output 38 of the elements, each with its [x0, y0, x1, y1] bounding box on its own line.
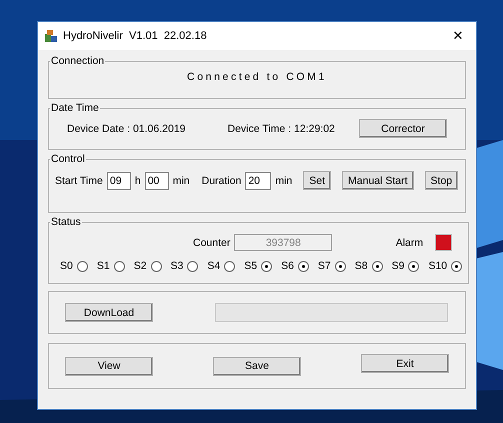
group-title: Connection: [50, 55, 106, 67]
footer-button[interactable]: Save: [213, 356, 301, 376]
unit-label: min: [172, 174, 190, 186]
sensor-label: S8: [354, 260, 368, 272]
group-title: Date Time: [50, 102, 100, 114]
sensor-label: S3: [170, 260, 184, 272]
duration-field[interactable]: 20: [245, 172, 272, 190]
close-button[interactable]: ✕: [440, 22, 476, 50]
control-button[interactable]: Set: [303, 171, 332, 190]
hour-field[interactable]: 09: [106, 172, 131, 190]
minute-field[interactable]: 00: [144, 172, 169, 190]
sensor-label: S1: [96, 260, 110, 272]
control-button[interactable]: Manual Start: [342, 171, 414, 190]
start-time-label: Start Time: [55, 174, 103, 186]
corrector-button[interactable]: Corrector: [359, 119, 447, 138]
sensor-label: S6: [281, 260, 294, 272]
unit-label: h: [134, 174, 141, 186]
footer-button[interactable]: View: [65, 356, 153, 376]
sensor-label: S4: [207, 260, 220, 272]
sensor-label: S9: [392, 260, 404, 272]
sensor-label: S2: [134, 260, 147, 272]
duration-label: Duration: [202, 174, 242, 186]
counter-label: Counter: [193, 236, 230, 248]
sensor-label: S7: [318, 260, 331, 272]
sensor-label: S5: [244, 260, 258, 272]
device-time: Device Time : 12:29:02: [228, 122, 335, 134]
footer-button[interactable]: Exit: [361, 354, 449, 373]
group-title: Status: [50, 216, 82, 228]
group-title: Control: [50, 153, 86, 165]
window-title: HydroNivelir V1.01 22.02.18: [63, 30, 207, 42]
connection-status: Connected to COM1: [187, 71, 327, 83]
control-button[interactable]: Stop: [424, 171, 458, 190]
sensor-label: S10: [428, 260, 448, 272]
alarm-label: Alarm: [396, 236, 424, 248]
download-button[interactable]: DownLoad: [65, 303, 153, 322]
unit-label: min: [275, 174, 292, 186]
sensor-label: S0: [60, 260, 73, 272]
device-date: Device Date : 01.06.2019: [67, 122, 186, 134]
